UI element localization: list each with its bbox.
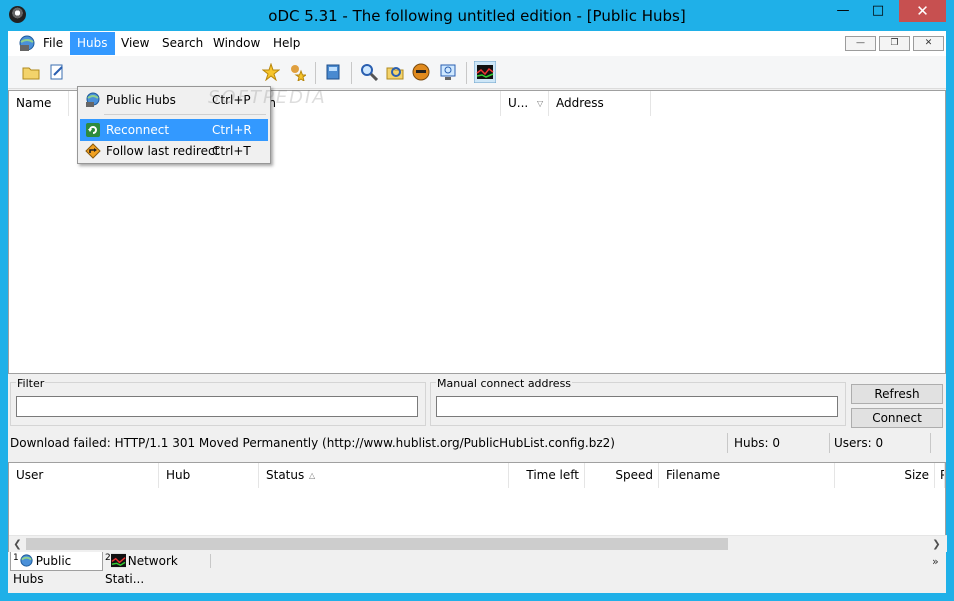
manual-connect-input[interactable] (436, 396, 838, 417)
mdi-restore-button[interactable]: ❐ (879, 36, 910, 51)
manual-connect-label: Manual connect address (436, 377, 573, 390)
sort-descending-icon: ▽ (537, 99, 544, 108)
sort-ascending-icon: △ (309, 471, 316, 480)
menu-hubs[interactable]: Hubs (70, 32, 115, 55)
favorite-users-icon[interactable] (288, 63, 306, 81)
refresh-button[interactable]: Refresh (851, 384, 943, 404)
status-message: Download failed: HTTP/1.1 301 Moved Perm… (10, 436, 615, 450)
public-hubs-icon (20, 554, 33, 567)
column-header-users[interactable]: U... ▽ (501, 91, 549, 116)
menu-item-label: Follow last redirect (106, 144, 220, 158)
filter-panel: Filter Manual connect address Refresh Co… (8, 374, 946, 432)
menu-item-shortcut: Ctrl+R (212, 123, 252, 137)
column-header-status-label: Status (266, 468, 305, 482)
menu-item-reconnect[interactable]: Reconnect Ctrl+R (80, 119, 268, 141)
minimize-button[interactable]: — (829, 0, 857, 22)
adl-search-icon[interactable] (386, 63, 404, 81)
menu-window[interactable]: Window (206, 32, 267, 55)
column-header-user[interactable]: User (9, 463, 159, 488)
menu-help[interactable]: Help (266, 32, 307, 55)
menu-file[interactable]: File (36, 32, 70, 55)
column-header-path[interactable]: P (935, 463, 945, 488)
menu-item-shortcut: Ctrl+T (212, 144, 251, 158)
network-statistics-icon (110, 553, 126, 568)
horizontal-scrollbar[interactable]: ❮ ❯ (9, 535, 947, 552)
softpedia-watermark: SOFTPEDIA (208, 87, 327, 108)
column-header-address[interactable]: Address (549, 91, 651, 116)
maximize-button[interactable]: □ (864, 0, 892, 22)
menu-item-follow-redirect[interactable]: Follow last redirect Ctrl+T (80, 140, 268, 162)
edit-document-icon[interactable] (48, 63, 66, 81)
globe-network-icon (86, 92, 100, 107)
close-button[interactable]: ✕ (899, 0, 946, 22)
column-header-speed[interactable]: Speed (585, 463, 659, 488)
column-header-filename[interactable]: Filename (659, 463, 835, 488)
connect-button[interactable]: Connect (851, 408, 943, 428)
search-magnifier-icon[interactable] (360, 63, 378, 81)
tab-overflow-icon[interactable]: » (932, 555, 939, 568)
refresh-icon (86, 123, 100, 137)
status-divider (930, 433, 931, 453)
status-divider (727, 433, 728, 453)
tab-network-statistics[interactable]: 2 Network Stati... (103, 552, 211, 586)
mdi-minimize-button[interactable]: — (845, 36, 876, 51)
menu-separator (104, 114, 266, 115)
menu-search[interactable]: Search (155, 32, 210, 55)
toolbar-separator (351, 62, 352, 84)
column-header-time-left[interactable]: Time left (509, 463, 585, 488)
tab-public-hubs[interactable]: 1 Public Hubs (10, 552, 103, 586)
scroll-left-arrow-icon[interactable]: ❮ (10, 537, 25, 552)
menu-item-label: Reconnect (106, 123, 170, 137)
tab-divider (210, 554, 211, 568)
client-area: File Hubs View Search Window Help — ❐ ✕ (8, 31, 947, 593)
public-hubs-icon[interactable] (18, 34, 36, 52)
menu-view[interactable]: View (114, 32, 156, 55)
status-hubs-count: Hubs: 0 (734, 436, 780, 450)
network-statistics-icon[interactable] (474, 61, 496, 83)
status-bar: Download failed: HTTP/1.1 301 Moved Perm… (8, 431, 946, 457)
column-header-hub[interactable]: Hub (159, 463, 259, 488)
window-title: oDC 5.31 - The following untitled editio… (268, 7, 686, 25)
status-users-count: Users: 0 (834, 436, 884, 450)
favorite-star-icon[interactable] (262, 63, 280, 81)
column-header-size[interactable]: Size (835, 463, 935, 488)
spy-icon[interactable] (412, 63, 430, 81)
column-header-status[interactable]: Status △ (259, 463, 509, 488)
column-header-name[interactable]: Name (9, 91, 69, 116)
window-tab-bar: 1 Public Hubs 2 Network Stati... » (8, 552, 946, 593)
scrollbar-thumb[interactable] (26, 538, 728, 550)
toolbar (8, 56, 946, 89)
scroll-right-arrow-icon[interactable]: ❯ (929, 537, 944, 552)
menu-bar: File Hubs View Search Window Help — ❐ ✕ (8, 31, 946, 56)
menu-item-label: Public Hubs (106, 93, 176, 107)
notepad-screen-icon[interactable] (439, 63, 457, 81)
status-divider (829, 433, 830, 453)
title-bar: oDC 5.31 - The following untitled editio… (0, 0, 954, 31)
app-window: oDC 5.31 - The following untitled editio… (0, 0, 954, 601)
filter-label: Filter (16, 377, 46, 390)
mdi-close-button[interactable]: ✕ (913, 36, 944, 51)
column-header-users-label: U... (508, 96, 529, 110)
toolbar-separator (315, 62, 316, 84)
redirect-arrow-icon (85, 143, 101, 159)
filter-input[interactable] (16, 396, 418, 417)
open-folder-icon[interactable] (22, 63, 40, 81)
queue-book-icon[interactable] (324, 63, 342, 81)
toolbar-separator (466, 62, 467, 84)
